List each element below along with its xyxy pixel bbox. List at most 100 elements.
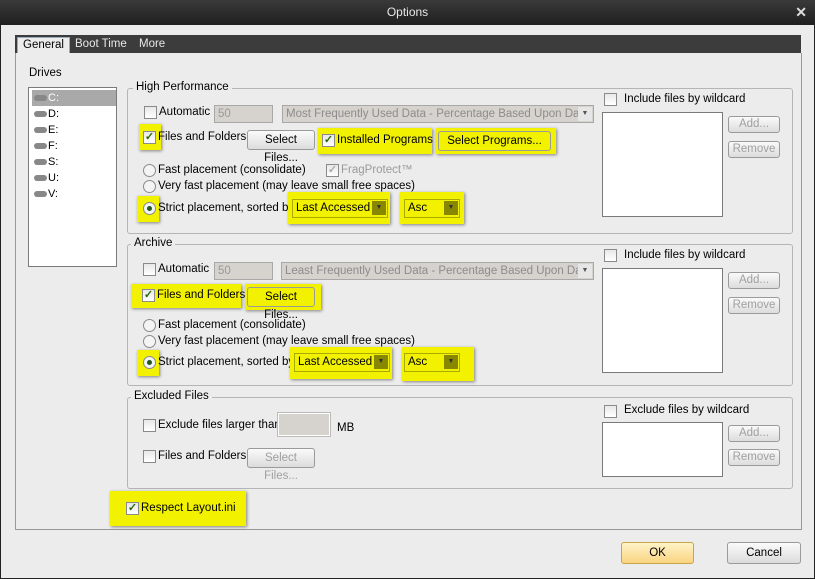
hp-wildcard-list[interactable]: [602, 112, 723, 217]
ok-button[interactable]: OK: [621, 542, 694, 564]
fragprotect-checkbox[interactable]: ✓: [326, 164, 339, 177]
installed-programs-checkbox[interactable]: ✓: [322, 134, 335, 147]
ar-strict-label: Strict placement, sorted by: [158, 356, 295, 368]
archive-title: Archive: [131, 237, 176, 249]
chevron-down-icon: ▼: [578, 107, 592, 121]
hp-wildcard-label: Include files by wildcard: [624, 93, 746, 105]
hp-remove-button[interactable]: Remove: [728, 141, 780, 158]
ar-fast-label: Fast placement (consolidate): [158, 319, 306, 331]
tab-strip: [15, 35, 801, 53]
drives-label: Drives: [29, 67, 62, 79]
hp-very-fast-radio[interactable]: [143, 180, 156, 193]
ar-fast-radio[interactable]: [143, 319, 156, 332]
ar-mode-dropdown[interactable]: Least Frequently Used Data - Percentage …: [281, 262, 594, 280]
hp-strict-label: Strict placement, sorted by: [158, 202, 295, 214]
drive-label: V:: [48, 188, 58, 200]
ar-strict-radio[interactable]: [143, 356, 156, 369]
ar-files-folders-checkbox[interactable]: ✓: [142, 289, 155, 302]
exclude-size-input[interactable]: [277, 412, 331, 437]
drive-label: C:: [48, 92, 59, 104]
chevron-down-icon: ▼: [444, 201, 458, 215]
tab-general[interactable]: General: [17, 37, 70, 53]
installed-programs-label: Installed Programs: [337, 134, 433, 146]
chevron-down-icon: ▼: [374, 355, 388, 369]
drive-item[interactable]: C:: [32, 90, 116, 106]
ar-mode-value: Least Frequently Used Data - Percentage …: [285, 265, 592, 277]
ar-very-fast-label: Very fast placement (may leave small fre…: [158, 335, 415, 347]
hp-mode-dropdown[interactable]: Most Frequently Used Data - Percentage B…: [282, 105, 594, 123]
hp-strict-radio[interactable]: [143, 202, 156, 215]
ex-wildcard-list[interactable]: [602, 422, 723, 477]
drive-item[interactable]: U:: [32, 170, 116, 186]
tab-more[interactable]: More: [134, 37, 170, 53]
hp-mode-value: Most Frequently Used Data - Percentage B…: [286, 108, 589, 120]
hp-sort-by-dropdown[interactable]: Last Accessed ▼: [292, 199, 388, 218]
ex-files-folders-label: Files and Folders: [158, 450, 247, 462]
ar-wildcard-list[interactable]: [602, 268, 723, 373]
ar-order-value: Asc: [408, 356, 428, 368]
drive-item[interactable]: S:: [32, 154, 116, 170]
drive-item[interactable]: E:: [32, 122, 116, 138]
respect-layout-label: Respect Layout.ini: [141, 502, 236, 514]
excluded-files-title: Excluded Files: [131, 390, 212, 402]
ar-add-button[interactable]: Add...: [728, 272, 780, 289]
exclude-larger-checkbox[interactable]: [143, 419, 156, 432]
hp-very-fast-label: Very fast placement (may leave small fre…: [158, 180, 415, 192]
hp-wildcard-checkbox[interactable]: [604, 93, 617, 106]
chevron-down-icon: ▼: [372, 201, 386, 215]
title-bar: Options: [0, 0, 815, 25]
drive-icon: [34, 95, 47, 101]
ar-percent-spinner[interactable]: 50: [214, 262, 273, 280]
drive-item[interactable]: D:: [32, 106, 116, 122]
hp-automatic-label: Automatic: [159, 106, 211, 118]
drive-icon: [34, 127, 47, 133]
cancel-button[interactable]: Cancel: [727, 542, 801, 564]
ar-wildcard-checkbox[interactable]: [604, 249, 617, 262]
drive-icon: [34, 111, 47, 117]
ex-files-folders-checkbox[interactable]: [143, 450, 156, 463]
hp-percent-spinner[interactable]: 50: [214, 105, 273, 123]
ar-order-dropdown[interactable]: Asc ▼: [404, 353, 460, 372]
respect-layout-checkbox[interactable]: ✓: [126, 502, 139, 515]
drive-icon: [34, 159, 47, 165]
close-icon[interactable]: ✕: [795, 0, 807, 24]
ar-percent-value: 50: [218, 265, 231, 277]
drive-icon: [34, 175, 47, 181]
hp-files-folders-checkbox[interactable]: ✓: [143, 131, 156, 144]
ar-select-files-button[interactable]: Select Files...: [247, 287, 315, 321]
hp-fast-label: Fast placement (consolidate): [158, 164, 306, 176]
ar-automatic-checkbox[interactable]: [143, 263, 156, 276]
ex-select-files-button[interactable]: Select Files...: [247, 448, 315, 482]
ex-remove-button[interactable]: Remove: [728, 449, 780, 466]
hp-fast-radio[interactable]: [143, 164, 156, 177]
ar-files-folders-label: Files and Folders: [157, 289, 246, 301]
mb-unit-label: MB: [337, 422, 355, 434]
hp-order-value: Asc: [408, 202, 428, 214]
hp-select-files-button[interactable]: Select Files...: [247, 130, 315, 164]
drive-item[interactable]: V:: [32, 186, 116, 202]
hp-automatic-checkbox[interactable]: [144, 106, 157, 119]
select-programs-button[interactable]: Select Programs...: [438, 131, 551, 151]
hp-sort-by-value: Last Accessed: [296, 202, 371, 214]
drive-item[interactable]: F:: [32, 138, 116, 154]
drive-label: D:: [48, 108, 59, 120]
ar-remove-button[interactable]: Remove: [728, 297, 780, 314]
ex-add-button[interactable]: Add...: [728, 425, 780, 442]
ar-sort-by-dropdown[interactable]: Last Accessed ▼: [294, 353, 390, 372]
ar-very-fast-radio[interactable]: [143, 335, 156, 348]
fragprotect-label: FragProtect™: [341, 164, 413, 176]
hp-percent-value: 50: [218, 108, 231, 120]
drives-list[interactable]: C: D: E: F: S: U: V:: [28, 87, 117, 267]
chevron-down-icon: ▼: [578, 264, 592, 278]
hp-order-dropdown[interactable]: Asc ▼: [404, 199, 460, 218]
drive-icon: [34, 143, 47, 149]
drive-label: E:: [48, 124, 59, 136]
hp-add-button[interactable]: Add...: [728, 116, 780, 133]
ex-wildcard-checkbox[interactable]: [604, 405, 617, 418]
tab-boot-time[interactable]: Boot Time: [70, 37, 132, 53]
ar-wildcard-label: Include files by wildcard: [624, 249, 746, 261]
chevron-down-icon: ▼: [444, 355, 458, 369]
ar-sort-by-value: Last Accessed: [298, 356, 373, 368]
drive-label: F:: [48, 140, 58, 152]
high-performance-title: High Performance: [133, 81, 232, 93]
